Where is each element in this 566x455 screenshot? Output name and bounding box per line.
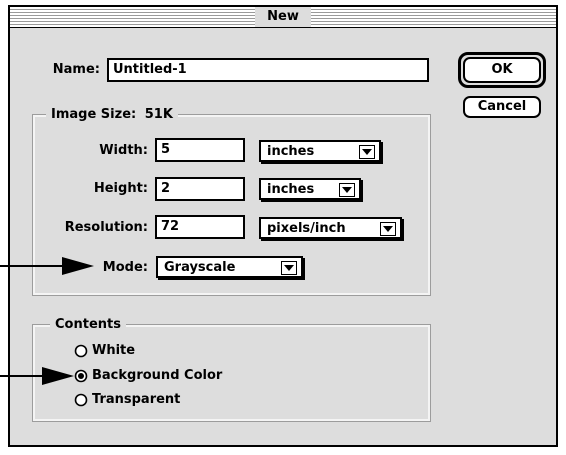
resolution-label: Resolution: xyxy=(64,220,148,235)
radio-background-color-label: Background Color xyxy=(92,368,223,383)
name-input[interactable]: Untitled-1 xyxy=(107,58,429,82)
resolution-unit-select[interactable]: pixels/inch xyxy=(259,217,402,239)
height-unit-select[interactable]: inches xyxy=(259,178,361,200)
width-unit-select[interactable]: inches xyxy=(259,140,381,162)
width-input[interactable]: 5 xyxy=(155,138,245,162)
down-triangle-icon xyxy=(281,261,297,275)
contents-group-title: Contents xyxy=(50,317,126,333)
height-label: Height: xyxy=(93,181,148,196)
image-size-group-title: Image Size: 51K xyxy=(46,107,178,123)
radio-unselected-icon xyxy=(74,393,88,407)
name-label: Name: xyxy=(52,62,100,77)
height-unit-value: inches xyxy=(267,182,315,197)
image-size-title: Image Size: xyxy=(51,107,137,122)
resolution-input[interactable]: 72 xyxy=(155,215,245,239)
width-unit-value: inches xyxy=(267,144,315,159)
ok-button[interactable]: OK xyxy=(463,57,541,83)
resolution-unit-value: pixels/inch xyxy=(267,221,346,236)
dialog-title: New xyxy=(255,7,311,27)
down-triangle-icon xyxy=(359,145,375,159)
down-triangle-icon xyxy=(380,222,396,236)
down-triangle-icon xyxy=(339,183,355,197)
radio-white-label: White xyxy=(92,343,136,358)
cancel-button[interactable]: Cancel xyxy=(463,96,541,118)
width-label: Width: xyxy=(99,143,148,158)
radio-transparent-label: Transparent xyxy=(92,392,181,407)
right-arrow-icon xyxy=(0,257,94,275)
image-size-value: 51K xyxy=(144,107,173,122)
mode-value: Grayscale xyxy=(164,260,236,275)
mode-select[interactable]: Grayscale xyxy=(156,256,303,278)
radio-unselected-icon xyxy=(74,344,88,358)
height-input[interactable]: 2 xyxy=(155,177,245,201)
right-arrow-icon xyxy=(0,367,74,385)
